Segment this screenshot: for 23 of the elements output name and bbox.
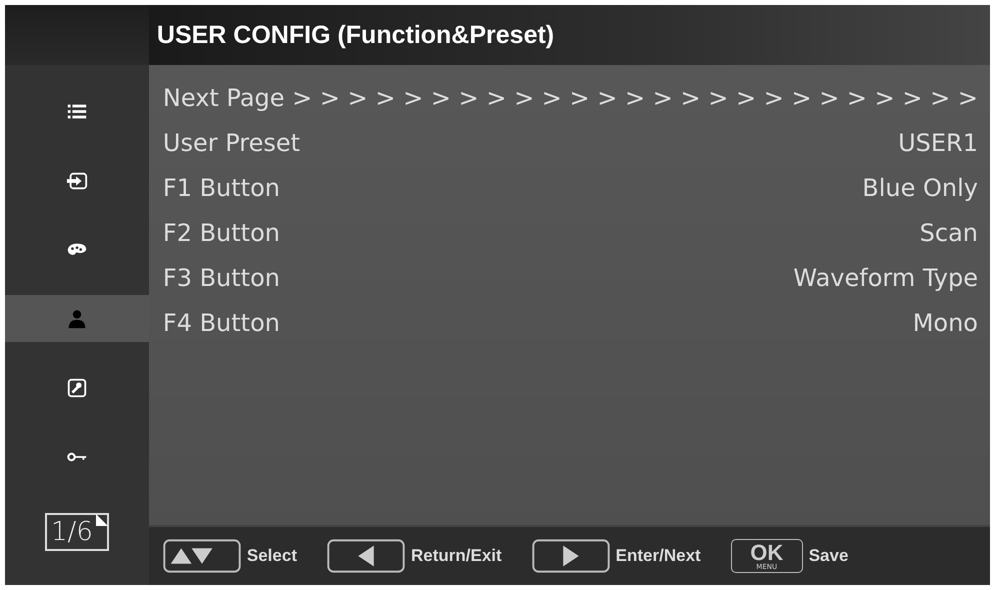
setting-value: USER1 [898, 128, 978, 156]
left-key-icon[interactable] [326, 539, 405, 573]
setting-value: Mono [912, 308, 978, 336]
setting-label[interactable]: F4 Button [162, 308, 280, 336]
updown-key-icon[interactable] [162, 539, 241, 573]
hint-label: Select [246, 546, 297, 566]
hint-label: Return/Exit [410, 546, 502, 566]
setting-value: Waveform Type [793, 264, 978, 292]
setting-label[interactable]: F3 Button [162, 264, 280, 292]
hint-label: Enter/Next [616, 546, 701, 566]
input-icon [66, 170, 88, 192]
wrench-icon [66, 377, 88, 399]
setting-label[interactable]: F2 Button [162, 218, 280, 246]
page-indicator: 1/6 [45, 512, 109, 550]
setting-label[interactable]: User Preset [162, 128, 300, 156]
setting-value: Blue Only [862, 174, 978, 202]
next-page-link[interactable]: Next Page > > > > > > > > > > > > > > > > > > > > > > > > > [162, 84, 978, 112]
menu-title: USER CONFIG (Function&Preset) [148, 5, 990, 65]
setting-label[interactable]: F1 Button [162, 174, 280, 202]
hint-label: Save [808, 546, 848, 566]
setting-value: Scan [920, 218, 978, 246]
sidebar-item[interactable] [5, 295, 149, 342]
right-key-icon[interactable] [532, 539, 610, 573]
